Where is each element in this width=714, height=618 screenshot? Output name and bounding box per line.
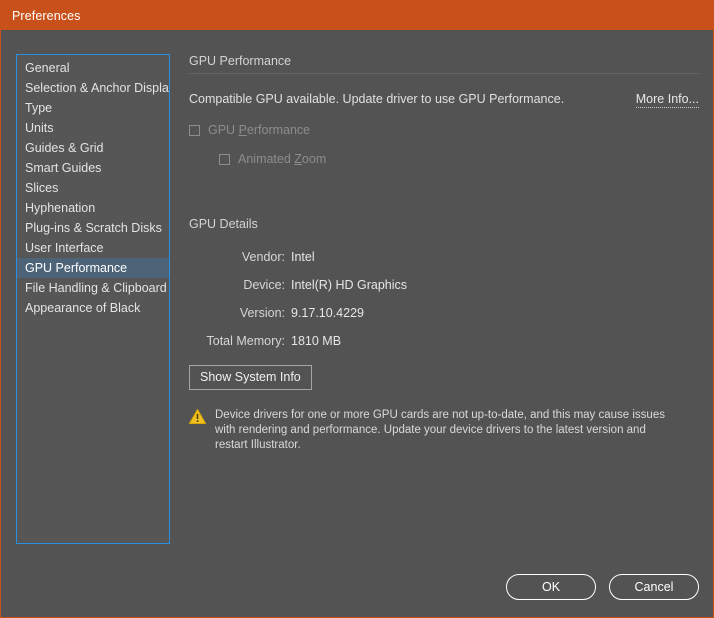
detail-row: Vendor: Intel	[189, 250, 699, 264]
checkbox-box-icon[interactable]	[189, 124, 200, 136]
ok-button[interactable]: OK	[506, 574, 596, 600]
gpu-performance-heading: GPU Performance	[189, 54, 699, 74]
content-panel: GPU Performance Compatible GPU available…	[188, 54, 699, 453]
sidebar-item-hyphenation[interactable]: Hyphenation	[17, 198, 169, 218]
driver-warning-text: Device drivers for one or more GPU cards…	[215, 409, 665, 451]
dialog-body: General Selection & Anchor Display Type Uni…	[1, 30, 713, 617]
sidebar-item-user-interface[interactable]: User Interface	[17, 238, 169, 258]
preferences-category-list[interactable]: General Selection & Anchor Display Type Uni…	[16, 54, 170, 544]
sidebar-item-file-handling-clipboard[interactable]: File Handling & Clipboard	[17, 278, 169, 298]
cancel-button[interactable]: Cancel	[609, 574, 699, 600]
detail-label: Device:	[243, 278, 285, 292]
gpu-checkbox-group: GPU Performance Animated Zoom	[189, 123, 699, 166]
detail-value: 9.17.10.4229	[291, 306, 364, 320]
sidebar-item-gpu-performance[interactable]: GPU Performance	[17, 258, 169, 278]
detail-label: Total Memory:	[206, 334, 286, 348]
sidebar-item-appearance-of-black[interactable]: Appearance of Black	[17, 298, 169, 318]
sidebar-item-smart-guides[interactable]: Smart Guides	[17, 158, 169, 178]
detail-label: Vendor:	[241, 250, 285, 264]
checkbox-row[interactable]: GPU Performance	[189, 123, 699, 137]
gpu-details-heading: GPU Details	[189, 217, 258, 231]
detail-value: Intel(R) HD Graphics	[291, 278, 407, 292]
detail-row: Total Memory: 1810 MB	[189, 334, 699, 348]
sidebar-item-guides-grid[interactable]: Guides & Grid	[17, 138, 169, 158]
checkbox-label: Animated Zoom	[238, 152, 327, 166]
detail-label: Version:	[239, 306, 285, 320]
gpu-details-list: Vendor: Intel Device: Intel(R) HD Graphics V…	[189, 250, 699, 348]
window-title: Preferences	[12, 8, 81, 23]
warning-triangle-icon	[188, 408, 207, 453]
checkbox-row[interactable]: Animated Zoom	[219, 152, 699, 166]
sidebar-item-units[interactable]: Units	[17, 118, 169, 138]
sidebar-item-general[interactable]: General	[17, 58, 169, 78]
sidebar-item-plug-ins-scratch-disks[interactable]: Plug-ins & Scratch Disks	[17, 218, 169, 238]
detail-value: 1810 MB	[291, 334, 342, 348]
show-system-info-button[interactable]: Show System Info	[189, 365, 312, 390]
preferences-dialog: Preferences General Selection & Anchor Di…	[0, 0, 714, 618]
gpu-status-row: Compatible GPU available. Update driver …	[189, 92, 699, 108]
dialog-footer: OK Cancel	[506, 574, 699, 600]
more-info-link[interactable]: More Info...	[635, 92, 699, 108]
gpu-status-text: Compatible GPU available. Update driver …	[189, 92, 565, 106]
detail-row: Device: Intel(R) HD Graphics	[189, 278, 699, 292]
title-bar: Preferences	[1, 1, 713, 30]
sidebar-item-type[interactable]: Type	[17, 98, 169, 118]
sidebar-item-selection-anchor-display[interactable]: Selection & Anchor Display	[17, 78, 169, 98]
driver-warning: Device drivers for one or more GPU cards…	[188, 408, 674, 453]
checkbox-box-icon[interactable]	[219, 153, 230, 165]
detail-value: Intel	[291, 250, 315, 264]
detail-row: Version: 9.17.10.4229	[189, 306, 699, 320]
sidebar-item-slices[interactable]: Slices	[17, 178, 169, 198]
checkbox-label: GPU Performance	[208, 123, 311, 137]
